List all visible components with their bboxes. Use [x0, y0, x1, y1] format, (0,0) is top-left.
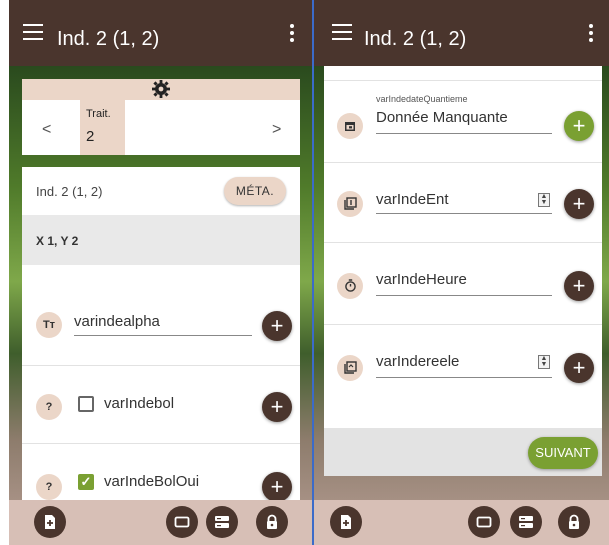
text-field-underline: [74, 335, 252, 336]
checkbox-checked[interactable]: ✓: [78, 474, 94, 490]
left-screen: Ind. 2 (1, 2) < Trait. 2 > Ind. 2 (1, 2)…: [9, 0, 312, 545]
number-icon: [337, 191, 363, 217]
tab-value: 2: [86, 128, 95, 145]
card-header: Ind. 2 (1, 2) MÉTA.: [22, 167, 300, 215]
individual-card: Ind. 2 (1, 2) MÉTA. X 1, Y 2 Tт varindea…: [22, 167, 300, 507]
help-icon: ?: [36, 474, 62, 500]
coords-label: X 1, Y 2: [36, 234, 79, 248]
help-icon: ?: [36, 394, 62, 420]
trait-navigator: < Trait. 2 >: [22, 79, 300, 155]
field-row-bool: ? varIndebol +: [22, 365, 300, 443]
add-document-icon[interactable]: [330, 506, 362, 538]
real-field-underline: [376, 377, 552, 378]
lock-icon[interactable]: [558, 506, 590, 538]
checkbox[interactable]: [78, 396, 94, 412]
app-title: Ind. 2 (1, 2): [364, 28, 467, 50]
app-title: Ind. 2 (1, 2): [57, 28, 160, 50]
time-field[interactable]: varIndeHeure: [376, 271, 467, 288]
chevron-right-icon[interactable]: >: [272, 121, 281, 139]
field-small-label: varIndedateQuantieme: [376, 94, 468, 104]
kebab-menu-icon[interactable]: [589, 24, 593, 42]
field-row-date: varIndedateQuantieme Donnée Manquante +: [324, 80, 602, 162]
field-row-text: Tт varindealpha +: [22, 277, 300, 365]
rectangle-icon[interactable]: [166, 506, 198, 538]
bottom-toolbar: [9, 500, 312, 545]
add-document-icon[interactable]: [34, 506, 66, 538]
right-screen: Ind. 2 (1, 2) varIndedateQuantieme Donné…: [314, 0, 609, 545]
app-bar: Ind. 2 (1, 2): [314, 0, 609, 66]
bottom-toolbar: [314, 500, 609, 545]
add-button[interactable]: +: [262, 472, 292, 502]
rectangle-icon[interactable]: [468, 506, 500, 538]
timer-icon: [337, 273, 363, 299]
add-button[interactable]: +: [262, 392, 292, 422]
add-button[interactable]: +: [262, 311, 292, 341]
next-button[interactable]: SUIVANT: [528, 437, 598, 469]
real-field[interactable]: varIndereele: [376, 353, 459, 370]
spinner-icon[interactable]: ▲ ▼: [538, 355, 550, 369]
field-row-int: varIndeEnt ▲ ▼ +: [324, 162, 602, 242]
add-button[interactable]: +: [564, 271, 594, 301]
checkbox-label: varIndeBolOui: [104, 473, 200, 490]
text-type-icon: Tт: [36, 312, 62, 338]
int-field-underline: [376, 213, 552, 214]
tab-trait[interactable]: Trait. 2: [80, 100, 125, 155]
form-footer: SUIVANT: [324, 428, 602, 476]
field-row-real: varIndereele ▲ ▼ +: [324, 324, 602, 406]
coords-row: X 1, Y 2: [22, 215, 300, 265]
add-button[interactable]: +: [564, 353, 594, 383]
add-button[interactable]: +: [564, 189, 594, 219]
kebab-menu-icon[interactable]: [290, 24, 294, 42]
date-field-underline: [376, 133, 552, 134]
checkbox-label: varIndebol: [104, 395, 175, 412]
field-row-bool-checked: ? ✓ varIndeBolOui +: [22, 443, 300, 507]
calendar-icon: [337, 113, 363, 139]
add-button[interactable]: +: [564, 111, 594, 141]
chevron-left-icon[interactable]: <: [42, 121, 51, 139]
text-field[interactable]: varindealpha: [74, 313, 160, 330]
list-icon[interactable]: [206, 506, 238, 538]
list-icon[interactable]: [510, 506, 542, 538]
date-field[interactable]: Donnée Manquante: [376, 109, 508, 126]
lock-icon[interactable]: [256, 506, 288, 538]
time-field-underline: [376, 295, 552, 296]
gear-icon[interactable]: [22, 79, 300, 105]
decimal-icon: [337, 355, 363, 381]
fields-card: varIndedateQuantieme Donnée Manquante + …: [324, 66, 602, 428]
app-bar: Ind. 2 (1, 2): [9, 0, 312, 66]
menu-icon[interactable]: [332, 24, 352, 40]
int-field[interactable]: varIndeEnt: [376, 191, 449, 208]
meta-button[interactable]: MÉTA.: [224, 177, 286, 205]
menu-icon[interactable]: [23, 24, 43, 40]
card-header-title: Ind. 2 (1, 2): [36, 184, 103, 199]
field-row-time: varIndeHeure +: [324, 242, 602, 324]
spinner-icon[interactable]: ▲ ▼: [538, 193, 550, 207]
tab-label: Trait.: [86, 108, 111, 120]
settings-strip: [22, 79, 300, 100]
